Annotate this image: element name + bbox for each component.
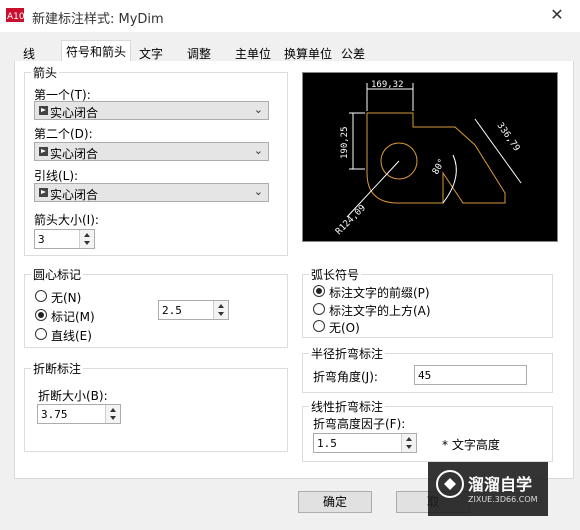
- arrow-size-label: 箭头大小(I):: [34, 213, 99, 227]
- center-marks-group-label: 圆心标记: [31, 266, 84, 283]
- preview-dim-right: 336,79: [495, 121, 522, 153]
- jog-angle-label: 折弯角度(J):: [313, 370, 378, 384]
- break-size-value: 3.75: [41, 408, 68, 421]
- watermark-url: ZIXUE.3D66.COM: [468, 495, 538, 504]
- leader-arrow-select[interactable]: 实心闭合 ⌄: [34, 183, 269, 202]
- break-size-label: 折断大小(B):: [38, 389, 108, 403]
- spin-down-icon[interactable]: [406, 445, 412, 449]
- watermark-brand: 溜溜自学: [468, 475, 533, 494]
- preview-dim-top: 169,32: [371, 80, 404, 90]
- arc-none-label: 无(O): [329, 321, 360, 335]
- center-line-label: 直线(E): [51, 329, 92, 343]
- tab-fit[interactable]: 调整: [182, 42, 216, 62]
- tab-alternate-units[interactable]: 换算单位: [279, 42, 337, 62]
- jog-height-factor-value: 1.5: [317, 437, 337, 450]
- window-title: 新建标注样式: MyDim: [32, 12, 164, 27]
- closed-filled-arrow-icon: [39, 147, 48, 156]
- tab-primary-units[interactable]: 主单位: [230, 42, 276, 62]
- spin-up-icon[interactable]: [218, 304, 224, 308]
- ok-button[interactable]: 确定: [298, 491, 372, 513]
- jog-height-factor-label: 折弯高度因子(F):: [313, 417, 406, 431]
- second-arrow-select[interactable]: 实心闭合 ⌄: [34, 142, 269, 161]
- arc-prefix-radio[interactable]: [313, 285, 325, 297]
- close-icon[interactable]: ✕: [546, 4, 568, 26]
- dimension-preview: 169,32 190,25 336,79 80° R124,09: [302, 72, 558, 242]
- arc-prefix-label: 标注文字的前缀(P): [329, 286, 430, 300]
- tab-tolerances[interactable]: 公差: [336, 42, 370, 62]
- tab-symbols-arrows[interactable]: 符号和箭头: [61, 40, 132, 62]
- second-arrow-label: 第二个(D):: [34, 127, 93, 141]
- spin-down-icon[interactable]: [218, 312, 224, 316]
- preview-dim-left: 190,25: [340, 126, 350, 159]
- arrow-size-stepper[interactable]: 3: [34, 229, 95, 249]
- spin-up-icon[interactable]: [110, 408, 116, 412]
- center-mark-size-value: 2.5: [162, 304, 182, 317]
- spin-up-icon[interactable]: [84, 233, 90, 237]
- leader-arrow-value: 实心闭合: [50, 188, 99, 202]
- app-icon-text: A10: [7, 12, 24, 22]
- jog-angle-value: 45: [418, 369, 432, 382]
- spin-buttons[interactable]: [401, 434, 416, 452]
- center-none-radio[interactable]: [35, 290, 47, 302]
- closed-filled-arrow-icon: [39, 106, 48, 115]
- dimension-break-group-label: 折断标注: [31, 360, 84, 377]
- preview-dim-radius: R124,09: [334, 203, 368, 237]
- spin-down-icon[interactable]: [84, 241, 90, 245]
- break-size-stepper[interactable]: 3.75: [37, 404, 121, 424]
- spin-buttons[interactable]: [213, 301, 228, 319]
- tab-text[interactable]: 文字: [134, 42, 168, 62]
- arc-length-group-label: 弧长符号: [309, 266, 362, 283]
- watermark-badge: 溜溜自学 ZIXUE.3D66.COM: [428, 462, 548, 516]
- arc-above-label: 标注文字的上方(A): [329, 304, 431, 318]
- spin-buttons[interactable]: [79, 230, 94, 248]
- center-none-label: 无(N): [51, 291, 82, 305]
- autocad-app-icon: A10: [6, 8, 25, 22]
- tab-lines[interactable]: 线: [18, 42, 40, 62]
- leader-arrow-label: 引线(L):: [34, 169, 79, 183]
- preview-dim-angle: 80°: [431, 157, 448, 176]
- spin-buttons[interactable]: [105, 405, 120, 423]
- spin-up-icon[interactable]: [406, 437, 412, 441]
- center-line-radio[interactable]: [35, 328, 47, 340]
- first-arrow-value: 实心闭合: [50, 106, 99, 120]
- preview-part-outline: [366, 112, 506, 204]
- closed-filled-arrow-icon: [39, 188, 48, 197]
- jog-height-factor-stepper[interactable]: 1.5: [313, 433, 417, 453]
- linear-jog-group-label: 线性折弯标注: [309, 398, 386, 415]
- chevron-down-icon: ⌄: [253, 185, 263, 198]
- center-mark-size-stepper[interactable]: 2.5: [158, 300, 229, 320]
- preview-drawing: 169,32 190,25 336,79 80° R124,09: [334, 80, 522, 237]
- jog-angle-input[interactable]: 45: [414, 365, 527, 385]
- first-arrow-select[interactable]: 实心闭合 ⌄: [34, 101, 269, 120]
- arc-above-radio[interactable]: [313, 303, 325, 315]
- radius-jog-group-label: 半径折弯标注: [309, 345, 386, 362]
- arc-none-radio[interactable]: [313, 320, 325, 332]
- chevron-down-icon: ⌄: [253, 103, 263, 116]
- chevron-down-icon: ⌄: [253, 144, 263, 157]
- center-mark-radio[interactable]: [35, 309, 47, 321]
- arrowheads-group-label: 箭头: [31, 64, 60, 81]
- second-arrow-value: 实心闭合: [50, 147, 99, 161]
- spin-down-icon[interactable]: [110, 416, 116, 420]
- text-height-unit-label: * 文字高度: [442, 438, 500, 452]
- arrow-size-value: 3: [38, 233, 45, 246]
- center-mark-label: 标记(M): [51, 310, 95, 324]
